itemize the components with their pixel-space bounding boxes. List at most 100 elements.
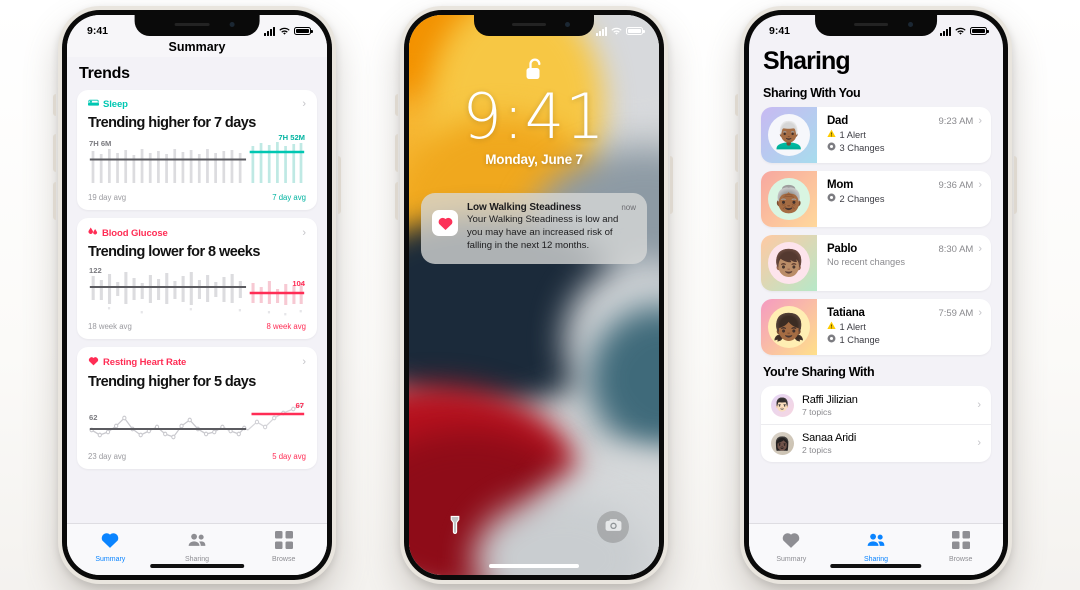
volume-down-button[interactable] xyxy=(395,182,398,220)
camera-button[interactable] xyxy=(597,511,629,543)
meta-label: 1 Alert xyxy=(839,129,866,140)
notch xyxy=(474,15,594,36)
card-category-label: Resting Heart Rate xyxy=(103,357,187,368)
home-indicator[interactable] xyxy=(830,564,922,568)
person-time: 9:36 AM xyxy=(938,179,974,191)
chevron-right-icon[interactable]: › xyxy=(978,179,982,191)
notification-time: now xyxy=(621,203,636,212)
status-time: 9:41 xyxy=(87,25,109,37)
home-indicator[interactable] xyxy=(150,564,244,568)
share-row-dad[interactable]: 👨🏾‍🦳 Dad 9:23 AM › xyxy=(761,107,991,163)
tab-browse[interactable]: Browse xyxy=(240,531,327,563)
chart-left-caption: 18 week avg xyxy=(88,322,132,331)
flashlight-button[interactable] xyxy=(439,511,471,543)
memoji-avatar: 👩🏿 xyxy=(771,432,794,455)
avatar: 👦🏽 xyxy=(761,235,817,291)
volume-down-button[interactable] xyxy=(735,182,738,220)
power-button[interactable] xyxy=(338,156,341,214)
person-name: Raffi Jilizian xyxy=(802,393,858,406)
notch xyxy=(815,15,937,36)
phone1-screen: 9:41 Summary Trends Sleep › Trending hig… xyxy=(67,15,327,575)
changes-meta: 3 Changes xyxy=(827,142,982,153)
volume-up-button[interactable] xyxy=(395,134,398,172)
meta-label: 1 Change xyxy=(839,334,880,345)
trend-card-sleep[interactable]: Sleep › Trending higher for 7 days 7H 6M… xyxy=(77,90,317,210)
tab-browse[interactable]: Browse xyxy=(918,531,1003,563)
power-button[interactable] xyxy=(1014,156,1017,214)
volume-up-button[interactable] xyxy=(735,134,738,172)
volume-up-button[interactable] xyxy=(53,134,56,172)
cellular-bars-icon xyxy=(596,26,607,36)
phone2-screen: 9:41 Monday, June 7 Low Walking Steadine… xyxy=(409,15,659,575)
person-name: Pablo xyxy=(827,243,858,255)
heart-icon xyxy=(88,356,99,369)
tab-sharing[interactable]: Sharing xyxy=(154,531,241,563)
person-name: Mom xyxy=(827,179,854,191)
grid-icon xyxy=(274,531,293,554)
memoji-avatar: 👧🏾 xyxy=(768,306,810,348)
topics-count: 2 topics xyxy=(802,445,832,455)
chevron-right-icon[interactable]: › xyxy=(302,227,306,239)
chevron-right-icon[interactable]: › xyxy=(978,243,982,255)
meta-label: 1 Alert xyxy=(839,321,866,332)
power-button[interactable] xyxy=(670,156,673,214)
heart-icon xyxy=(781,531,801,554)
chevron-right-icon[interactable]: › xyxy=(978,307,982,319)
ysw-row-raffi[interactable]: 👨🏻 Raffi Jilizian 7 topics › xyxy=(761,386,991,424)
cellular-bars-icon xyxy=(264,26,275,36)
sleep-trend-chart: 7H 6M 7H 52M xyxy=(88,133,306,191)
chevron-right-icon[interactable]: › xyxy=(302,357,306,368)
people-icon xyxy=(187,531,207,554)
phone-health-sharing: 9:41 Sharing Sharing With You xyxy=(735,6,1017,584)
tab-summary[interactable]: Summary xyxy=(749,531,834,563)
volume-down-button[interactable] xyxy=(53,182,56,220)
mute-switch[interactable] xyxy=(735,94,738,116)
tab-summary[interactable]: Summary xyxy=(67,531,154,563)
earpiece-speaker xyxy=(174,23,210,26)
phone3-screen: 9:41 Sharing Sharing With You xyxy=(749,15,1003,575)
card-title: Trending higher for 5 days xyxy=(88,374,256,390)
person-time: 7:59 AM xyxy=(938,307,974,319)
chart-right-caption: 8 week avg xyxy=(266,322,306,331)
chevron-right-icon[interactable]: › xyxy=(302,99,306,110)
mute-switch[interactable] xyxy=(53,94,56,116)
card-category: Sleep xyxy=(88,99,128,110)
battery-icon xyxy=(626,26,645,36)
tab-label: Summary xyxy=(95,556,126,563)
notification-banner[interactable]: Low Walking Steadiness now Your Walking … xyxy=(421,193,647,264)
home-indicator[interactable] xyxy=(489,564,579,568)
warning-triangle-icon xyxy=(827,129,836,140)
share-row-pablo[interactable]: 👦🏽 Pablo 8:30 AM › No recent changes xyxy=(761,235,991,291)
ysw-row-sanaa[interactable]: 👩🏿 Sanaa Aridi 2 topics › xyxy=(761,424,991,462)
tab-sharing[interactable]: Sharing xyxy=(834,531,919,563)
card-category: Blood Glucose xyxy=(88,227,168,239)
chart-left-caption: 23 day avg xyxy=(88,452,127,461)
alert-meta: 1 Alert xyxy=(827,321,982,332)
phone-health-summary: 9:41 Summary Trends Sleep › Trending hig… xyxy=(53,6,341,584)
battery-icon xyxy=(970,26,989,36)
blood-glucose-trend-chart: 122 104 xyxy=(88,266,306,320)
phone-lock-screen: 9:41 Monday, June 7 Low Walking Steadine… xyxy=(395,6,673,584)
wifi-icon xyxy=(955,27,966,36)
avatar: 👧🏾 xyxy=(761,299,817,355)
chart-highlight-value: 7H 52M xyxy=(278,133,305,142)
warning-triangle-icon xyxy=(827,321,836,332)
cellular-bars-icon xyxy=(940,26,951,36)
person-time: 8:30 AM xyxy=(938,243,974,255)
card-title: Trending lower for 8 weeks xyxy=(88,244,260,260)
meta-label: 2 Changes xyxy=(839,193,885,204)
mute-switch[interactable] xyxy=(395,94,398,116)
share-row-tatiana[interactable]: 👧🏾 Tatiana 7:59 AM › 1 Alert 1 Change xyxy=(761,299,991,355)
changes-meta: No recent changes xyxy=(827,257,982,267)
share-row-mom[interactable]: 👵🏾 Mom 9:36 AM › 2 Changes xyxy=(761,171,991,227)
chart-highlight-value: 67 xyxy=(295,401,304,410)
chevron-right-icon[interactable]: › xyxy=(978,115,982,127)
chevron-right-icon[interactable]: › xyxy=(977,399,981,411)
front-camera xyxy=(907,22,913,27)
trend-card-blood-glucose[interactable]: Blood Glucose › Trending lower for 8 wee… xyxy=(77,218,317,339)
lock-screen-actions xyxy=(409,511,659,543)
flashlight-icon xyxy=(450,515,460,540)
chevron-right-icon[interactable]: › xyxy=(977,438,981,449)
chart-baseline-value: 62 xyxy=(89,413,98,422)
trend-card-resting-heart-rate[interactable]: Resting Heart Rate › Trending higher for… xyxy=(77,347,317,469)
